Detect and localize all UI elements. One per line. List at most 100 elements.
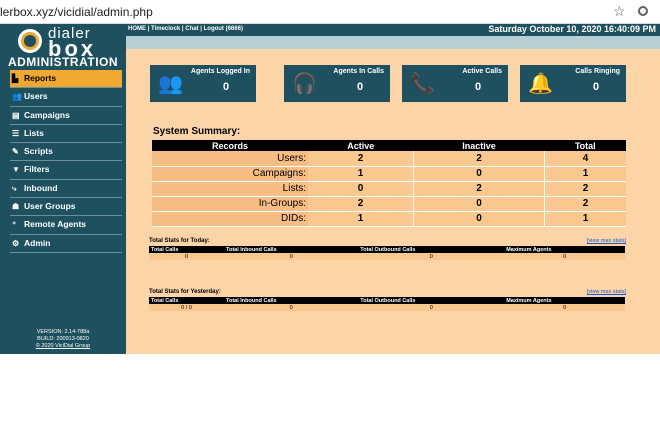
total-count: 2 xyxy=(544,181,626,197)
active-count: 0 xyxy=(308,181,414,197)
logo-circle-icon xyxy=(18,29,42,53)
yesterday-stats-table: Total Calls Total Inbound Calls Total Ou… xyxy=(149,297,625,311)
sidebar-item-lists[interactable]: ☰ Lists xyxy=(10,125,122,144)
total-outbound-value: 0 xyxy=(358,304,505,311)
header-links[interactable]: HOME | Timeclock | Chat | Logout (6666) xyxy=(128,26,243,32)
inbound-icon: ⤷ xyxy=(12,183,17,193)
inactive-count: 0 xyxy=(413,211,545,227)
report-icon: ▙ xyxy=(12,74,19,83)
active-count: 1 xyxy=(308,166,414,182)
inactive-count: 0 xyxy=(413,166,545,182)
column-header: Maximum Agents xyxy=(504,297,625,304)
total-inbound-value: 0 xyxy=(224,253,359,260)
version-info: VERSION: 2.14-788a BUILD: 200913-0820 © … xyxy=(0,329,126,350)
version-line: VERSION: 2.14-788a xyxy=(36,329,90,335)
sidebar-item-label: Filters xyxy=(24,164,50,175)
table-row: In-Groups: 2 0 2 xyxy=(152,196,626,212)
total-count: 1 xyxy=(544,166,626,182)
stat-label: Calls Ringing xyxy=(575,68,620,75)
system-summary-table: Records Active Inactive Total Users: 2 2… xyxy=(152,140,626,227)
column-header: Total Calls xyxy=(149,246,225,253)
stat-label: Agents Logged In xyxy=(190,68,250,75)
stat-value: 0 xyxy=(222,81,230,93)
sidebar-item-campaigns[interactable]: ▤ Campaigns xyxy=(10,107,122,125)
total-count: 2 xyxy=(544,196,626,212)
record-label: Users: xyxy=(152,151,308,167)
table-row: 0 / 0 0 0 0 xyxy=(149,304,625,311)
copyright-link[interactable]: © 2020 ViciDial Group xyxy=(0,343,126,350)
active-count: 2 xyxy=(308,196,414,212)
total-calls-value: 0 / 0 xyxy=(149,304,225,311)
system-summary-title: System Summary: xyxy=(153,126,241,137)
stat-label: Agents In Calls xyxy=(333,68,384,75)
browser-address-bar[interactable]: lerbox.xyz/vicidial/admin.php ☆ xyxy=(0,0,660,24)
total-inbound-value: 0 xyxy=(224,304,359,311)
stat-agents-logged-in[interactable]: 👥 Agents Logged In 0 xyxy=(150,65,256,102)
stat-value: 0 xyxy=(356,81,364,93)
today-stats-title: Total Stats for Today: xyxy=(149,238,210,244)
sidebar-item-reports[interactable]: ▙ Reports xyxy=(10,70,122,89)
sidebar-item-label: Admin xyxy=(24,237,51,248)
view-max-stats-link-today[interactable]: [view max stats] xyxy=(587,238,626,244)
sidebar-item-admin[interactable]: ⚙ Admin xyxy=(10,235,122,253)
record-label: Campaigns: xyxy=(152,166,308,182)
bookmark-star-icon[interactable]: ☆ xyxy=(613,3,626,20)
sidebar-item-label: Users xyxy=(24,91,48,102)
sidebar-item-users[interactable]: 👥 Users xyxy=(10,88,122,107)
lists-icon: ☰ xyxy=(12,128,20,138)
gear-icon: ⚙ xyxy=(12,238,20,248)
sidebar-item-inbound[interactable]: ⤷ Inbound xyxy=(10,180,122,199)
sidebar-item-scripts[interactable]: ✎ Scripts xyxy=(10,143,122,162)
extension-icon[interactable] xyxy=(638,6,648,16)
yesterday-stats-title: Total Stats for Yesterday: xyxy=(149,289,221,295)
sidebar-item-filters[interactable]: ▼ Filters xyxy=(10,161,122,180)
build-line: BUILD: 200913-0820 xyxy=(37,336,89,342)
url-text[interactable]: lerbox.xyz/vicidial/admin.php xyxy=(0,5,153,19)
column-header: Total Inbound Calls xyxy=(224,297,359,304)
column-header: Inactive xyxy=(413,140,545,151)
inactive-count: 2 xyxy=(413,151,545,167)
view-max-stats-link-yesterday[interactable]: [view max stats] xyxy=(587,289,626,295)
table-row: 0 0 0 0 xyxy=(149,253,625,260)
sidebar-nav: ▙ Reports 👥 Users ▤ Campaigns ☰ Lists ✎ Scrip… xyxy=(10,70,122,253)
table-row: DIDs: 1 0 1 xyxy=(152,211,626,227)
table-row: Campaigns: 1 0 1 xyxy=(152,166,626,182)
max-agents-value: 0 xyxy=(504,253,625,260)
record-label: In-Groups: xyxy=(152,196,308,212)
column-header: Total Calls xyxy=(149,297,225,304)
stat-calls-ringing[interactable]: 🔔 Calls Ringing 0 xyxy=(520,65,626,102)
column-header: Total xyxy=(544,140,626,151)
stat-agents-in-calls[interactable]: 🎧 Agents In Calls 0 xyxy=(284,65,390,102)
campaigns-icon: ▤ xyxy=(12,110,20,120)
record-label: Lists: xyxy=(152,181,308,197)
stat-value: 0 xyxy=(592,81,600,93)
stat-active-calls[interactable]: 📞 Active Calls 0 xyxy=(402,65,508,102)
bell-ringing-icon: 🔔 xyxy=(528,73,553,95)
column-header: Total Inbound Calls xyxy=(224,246,359,253)
remote-agents-icon: ⁺ xyxy=(12,220,17,230)
user-groups-icon: ☗ xyxy=(12,202,20,212)
agents-group-icon: 👥 xyxy=(158,73,183,95)
active-count: 2 xyxy=(308,151,414,167)
current-datetime: Saturday October 10, 2020 16:40:09 PM xyxy=(488,24,656,34)
sidebar: dialer box ADMINISTRATION ▙ Reports 👥 User… xyxy=(0,24,126,354)
inactive-count: 2 xyxy=(413,181,545,197)
active-count: 1 xyxy=(308,211,414,227)
record-label: DIDs: xyxy=(152,211,308,227)
column-header: Maximum Agents xyxy=(504,246,625,253)
sidebar-item-label: Inbound xyxy=(24,182,58,193)
sub-header-bar xyxy=(126,36,660,49)
table-row: Lists: 0 2 2 xyxy=(152,181,626,197)
table-row: Users: 2 2 4 xyxy=(152,151,626,167)
column-header: Total Outbound Calls xyxy=(358,246,505,253)
main-content: 👥 Agents Logged In 0 🎧 Agents In Calls 0… xyxy=(126,49,660,354)
agents-headset-icon: 🎧 xyxy=(292,73,317,95)
sidebar-item-user-groups[interactable]: ☗ User Groups xyxy=(10,198,122,217)
sidebar-item-label: Lists xyxy=(24,127,44,138)
stat-value: 0 xyxy=(474,81,482,93)
max-agents-value: 0 xyxy=(504,304,625,311)
sidebar-item-remote-agents[interactable]: ⁺ Remote Agents xyxy=(10,216,122,235)
total-outbound-value: 0 xyxy=(358,253,505,260)
total-count: 4 xyxy=(544,151,626,167)
column-header: Total Outbound Calls xyxy=(358,297,505,304)
